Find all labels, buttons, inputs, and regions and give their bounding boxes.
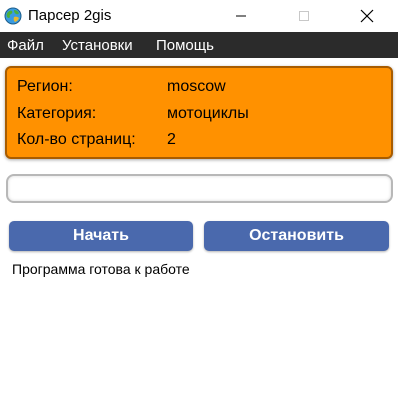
maximize-icon (299, 11, 309, 21)
pages-label: Кол-во страниц: (17, 131, 136, 148)
title-bar: Парсер 2gis (0, 0, 398, 32)
region-value: moscow (167, 78, 226, 95)
start-button[interactable]: Начать (9, 221, 193, 251)
minimize-button[interactable] (218, 0, 264, 32)
menu-file[interactable]: Файл (7, 37, 44, 54)
minimize-icon (236, 15, 246, 17)
info-panel: Регион: moscow Категория: мотоциклы Кол-… (5, 66, 393, 159)
menu-help[interactable]: Помощь (156, 37, 214, 54)
close-icon (360, 9, 374, 23)
close-button[interactable] (344, 0, 390, 32)
globe-icon (4, 7, 22, 25)
menu-settings[interactable]: Установки (62, 37, 133, 54)
category-label: Категория: (17, 105, 97, 122)
category-value: мотоциклы (167, 105, 249, 122)
window-title: Парсер 2gis (28, 7, 112, 24)
menu-bar: Файл Установки Помощь (0, 32, 398, 58)
stop-button[interactable]: Остановить (204, 221, 389, 251)
region-label: Регион: (17, 78, 73, 95)
pages-value: 2 (167, 131, 176, 148)
status-text: Программа готова к работе (12, 261, 190, 277)
maximize-button[interactable] (281, 0, 327, 32)
progress-bar (6, 174, 393, 203)
